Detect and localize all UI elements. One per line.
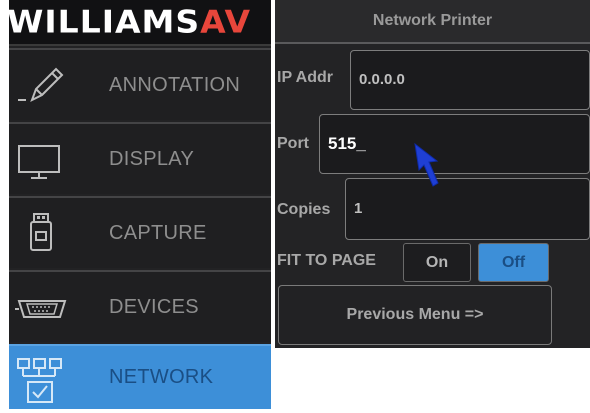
port-field[interactable]: 515_	[319, 114, 590, 174]
fit-to-page-label: FIT TO PAGE	[277, 252, 376, 269]
serial-port-icon	[15, 300, 67, 318]
nav-label: DISPLAY	[109, 147, 195, 170]
network-icon	[17, 358, 62, 403]
port-label: Port	[277, 135, 309, 152]
ip-address-label: IP Addr	[277, 69, 334, 86]
copies-label: Copies	[277, 201, 331, 218]
usb-drive-icon	[30, 213, 52, 251]
nav-item-annotation[interactable]: ANNOTATION	[9, 48, 271, 120]
panel-title: Network Printer	[275, 0, 590, 44]
previous-menu-button[interactable]: Previous Menu =>	[278, 285, 552, 345]
ip-address-field[interactable]: 0.0.0.0	[350, 50, 590, 110]
nav-label: CAPTURE	[109, 221, 207, 244]
nav-label: NETWORK	[109, 366, 214, 388]
fit-to-page-off-button[interactable]: Off	[478, 243, 549, 282]
monitor-icon	[18, 145, 60, 179]
port-value: 515_	[328, 134, 366, 153]
ip-address-value: 0.0.0.0	[359, 71, 405, 88]
pencil-icon	[18, 67, 64, 103]
copies-value: 1	[354, 200, 363, 217]
nav-label: ANNOTATION	[109, 73, 241, 96]
copies-field[interactable]: 1	[345, 178, 590, 240]
mouse-pointer-icon	[414, 142, 439, 187]
nav-item-capture[interactable]: CAPTURE	[9, 196, 271, 268]
logo-text: WILLIAMSAV	[7, 3, 252, 41]
nav-item-display[interactable]: DISPLAY	[9, 122, 271, 194]
logo: WILLIAMSAV	[7, 0, 271, 46]
nav-item-devices[interactable]: DEVICES	[9, 270, 271, 342]
nav-label: DEVICES	[109, 295, 199, 318]
side-menu: WILLIAMSAV ANNOTATION DISPLAY CAPTURE DE…	[7, 0, 271, 409]
nav-item-network[interactable]: NETWORK	[9, 344, 271, 409]
fit-to-page-on-button[interactable]: On	[403, 243, 471, 282]
